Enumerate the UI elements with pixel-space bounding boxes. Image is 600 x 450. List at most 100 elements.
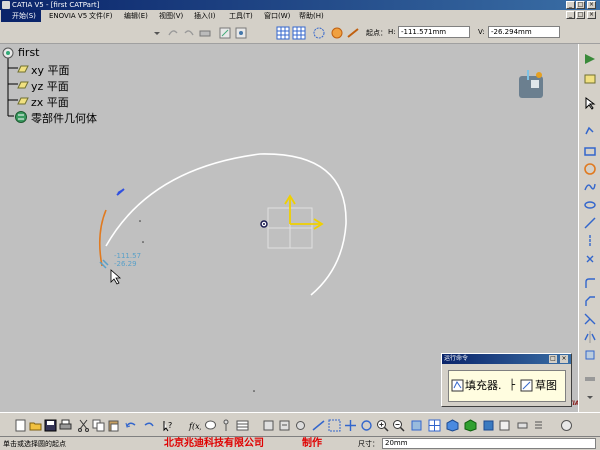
menu-start[interactable]: 开始(S) — [1, 10, 41, 22]
circle-icon[interactable] — [583, 162, 597, 176]
close-button[interactable]: × — [587, 1, 596, 9]
formula-icon[interactable]: f(x) — [188, 419, 201, 432]
select-icon[interactable] — [583, 96, 597, 110]
command-sketch[interactable]: 草图 — [535, 379, 557, 393]
dropdown-arrow-icon[interactable] — [150, 26, 164, 40]
command-panel-titlebar[interactable]: 运行命令 □ × — [442, 354, 571, 364]
panel-restore-button[interactable]: □ — [549, 355, 557, 363]
menu-file[interactable]: 文件(F) — [89, 10, 113, 22]
shading-icon[interactable] — [464, 419, 477, 432]
undo-curve-icon[interactable] — [166, 26, 180, 40]
grid-square — [289, 227, 313, 249]
running-commands-panel: 运行命令 □ × 填充器. ├ 草图 — [441, 353, 572, 407]
axis-icon[interactable] — [583, 234, 597, 248]
redo-curve-icon[interactable] — [182, 26, 196, 40]
mirror-icon[interactable] — [583, 330, 597, 344]
copy-icon[interactable] — [92, 419, 105, 432]
zoom-out-icon[interactable] — [392, 419, 405, 432]
line-icon[interactable] — [583, 216, 597, 230]
corner-icon[interactable] — [583, 276, 597, 290]
grid-icon[interactable] — [276, 26, 290, 40]
doc-minimize-button[interactable]: _ — [566, 11, 575, 19]
cut-icon[interactable] — [77, 419, 90, 432]
sketch-point — [139, 220, 141, 222]
dimensional-constraints-icon[interactable] — [346, 26, 360, 40]
snap-to-point-icon[interactable] — [292, 26, 306, 40]
catalog-icon[interactable] — [262, 419, 275, 432]
chamfer-icon[interactable] — [583, 294, 597, 308]
fly-mode-icon[interactable] — [312, 419, 325, 432]
doc-close-button[interactable]: × — [587, 11, 596, 19]
print-icon[interactable] — [59, 419, 72, 432]
save-icon[interactable] — [44, 419, 57, 432]
spline-icon[interactable] — [583, 180, 597, 194]
new-file-icon[interactable] — [14, 419, 27, 432]
menu-view[interactable]: 视图(V) — [159, 10, 183, 22]
instantiate-icon[interactable] — [278, 419, 291, 432]
sketch-point — [142, 241, 144, 243]
point-icon[interactable] — [583, 252, 597, 266]
command-panel-title: 运行命令 — [444, 355, 469, 362]
svg-text:f(x): f(x) — [188, 422, 201, 431]
restore-button[interactable]: □ — [576, 1, 585, 9]
profile-toolbar — [578, 44, 600, 412]
project-3d-icon[interactable] — [583, 348, 597, 362]
catia-app-icon — [2, 1, 10, 9]
constraint-icon[interactable] — [583, 372, 597, 386]
grid-square — [289, 207, 313, 229]
hide-show-icon[interactable] — [482, 419, 495, 432]
window-title: CATIA V5 - [first CATPart] — [12, 1, 100, 9]
zoom-in-icon[interactable] — [376, 419, 389, 432]
eraser-icon[interactable] — [198, 26, 212, 40]
options-icon[interactable] — [294, 419, 307, 432]
exit-workbench-icon[interactable] — [583, 52, 597, 66]
paste-icon[interactable] — [107, 419, 120, 432]
geometric-constraints-icon[interactable] — [330, 26, 344, 40]
v-coordinate-field[interactable]: -26.294mm — [488, 26, 560, 38]
table-icon[interactable] — [236, 419, 249, 432]
panel-close-button[interactable]: × — [560, 355, 568, 363]
construction-element-icon[interactable] — [312, 26, 326, 40]
sketch-tools-toolbar: 起点： H: -111.571mm V: -26.294mm — [0, 22, 600, 44]
help-icon[interactable]: ? — [161, 419, 174, 432]
normal-view-icon[interactable] — [410, 419, 423, 432]
menu-enovia[interactable]: ENOVIA V5 — [49, 10, 87, 22]
workbench-icon[interactable] — [560, 419, 573, 432]
minimize-button[interactable]: _ — [566, 1, 575, 9]
properties-icon[interactable] — [532, 419, 545, 432]
open-folder-icon[interactable] — [29, 419, 42, 432]
menu-window[interactable]: 窗口(W) — [264, 10, 290, 22]
cut-view-icon[interactable] — [218, 26, 232, 40]
pan-icon[interactable] — [344, 419, 357, 432]
company-credit: 北京兆迪科技有限公司 — [164, 438, 264, 449]
title-bar: CATIA V5 - [first CATPart] _ □ × — [0, 0, 600, 10]
menu-help[interactable]: 帮助(H) — [299, 10, 324, 22]
iso-view-icon[interactable] — [446, 419, 459, 432]
svg-text:?: ? — [168, 421, 172, 430]
redo-icon[interactable] — [143, 419, 156, 432]
cursor-h-readout: -111.57 — [114, 252, 142, 260]
design-table-icon[interactable] — [220, 419, 233, 432]
measure-icon[interactable] — [516, 419, 529, 432]
dropdown-arrow-icon[interactable] — [583, 390, 597, 404]
start-point-label: 起点： — [366, 29, 387, 37]
command-filler[interactable]: 填充器. — [465, 379, 502, 393]
fit-all-icon[interactable] — [328, 419, 341, 432]
normal-view-icon[interactable] — [234, 26, 248, 40]
multi-view-icon[interactable] — [428, 419, 441, 432]
menu-tools[interactable]: 工具(T) — [229, 10, 253, 22]
menu-insert[interactable]: 插入(I) — [194, 10, 216, 22]
profile-icon[interactable] — [583, 124, 597, 138]
swap-visible-space-icon[interactable] — [498, 419, 511, 432]
menu-edit[interactable]: 编辑(E) — [124, 10, 148, 22]
trim-icon[interactable] — [583, 312, 597, 326]
comment-icon[interactable] — [204, 419, 217, 432]
size-field[interactable]: 20mm — [382, 438, 596, 449]
rotate-icon[interactable] — [360, 419, 373, 432]
rectangle-icon[interactable] — [583, 144, 597, 158]
h-coordinate-field[interactable]: -111.571mm — [398, 26, 470, 38]
doc-restore-button[interactable]: □ — [576, 11, 585, 19]
undo-icon[interactable] — [124, 419, 137, 432]
sketch-icon[interactable] — [583, 72, 597, 86]
ellipse-icon[interactable] — [583, 198, 597, 212]
